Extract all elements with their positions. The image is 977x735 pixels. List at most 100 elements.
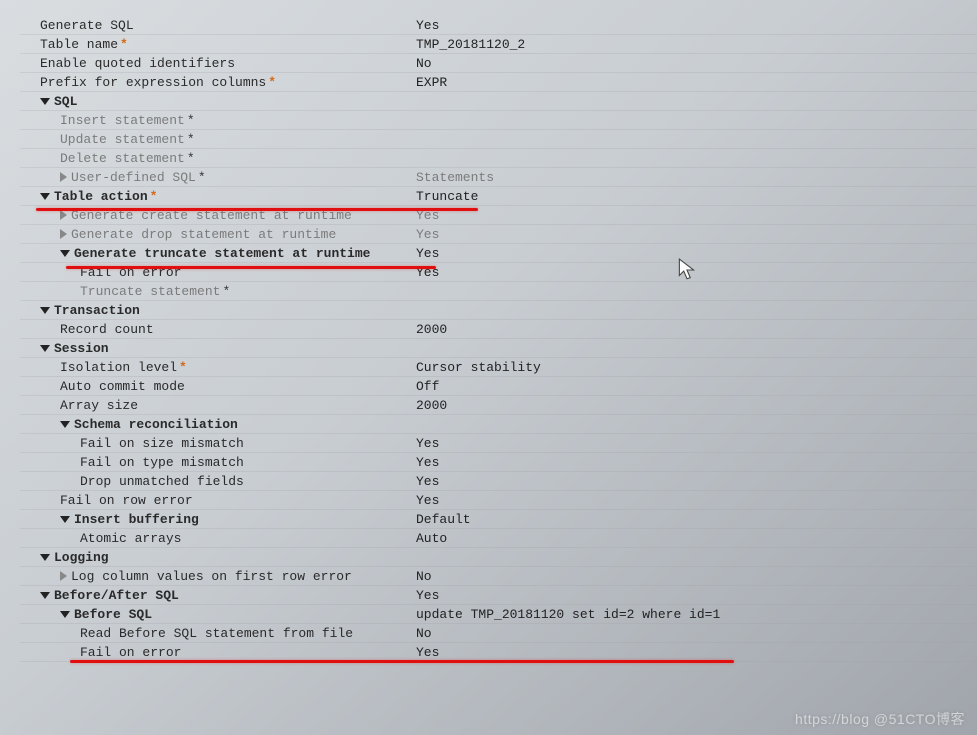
property-row[interactable]: Insert statement*	[20, 111, 977, 130]
property-value-cell[interactable]: Yes	[416, 434, 977, 452]
property-label-cell[interactable]: Isolation level*	[20, 358, 416, 376]
property-value-cell[interactable]: Statements	[416, 168, 977, 186]
expand-open-icon[interactable]	[60, 250, 70, 257]
property-value-cell[interactable]: EXPR	[416, 73, 977, 91]
property-label-cell[interactable]: Record count	[20, 320, 416, 338]
property-label-cell[interactable]: User-defined SQL*	[20, 168, 416, 186]
property-label-cell[interactable]: Before/After SQL	[20, 586, 416, 604]
property-label-cell[interactable]: Auto commit mode	[20, 377, 416, 395]
property-value-cell[interactable]	[416, 548, 977, 566]
property-row[interactable]: Update statement*	[20, 130, 977, 149]
property-label-cell[interactable]: Generate drop statement at runtime	[20, 225, 416, 243]
expand-closed-icon[interactable]	[60, 571, 67, 581]
property-row[interactable]: SQL	[20, 92, 977, 111]
property-value-cell[interactable]	[416, 111, 977, 129]
property-value-cell[interactable]	[416, 415, 977, 433]
property-row[interactable]: Fail on row errorYes	[20, 491, 977, 510]
expand-closed-icon[interactable]	[60, 229, 67, 239]
property-value-cell[interactable]: No	[416, 54, 977, 72]
property-row[interactable]: Generate SQLYes	[20, 16, 977, 35]
property-value-cell[interactable]: Yes	[416, 453, 977, 471]
property-row[interactable]: Generate drop statement at runtimeYes	[20, 225, 977, 244]
property-value-cell[interactable]: Yes	[416, 472, 977, 490]
property-row[interactable]: Prefix for expression columns*EXPR	[20, 73, 977, 92]
property-label-cell[interactable]: Session	[20, 339, 416, 357]
expand-open-icon[interactable]	[40, 98, 50, 105]
property-row[interactable]: Schema reconciliation	[20, 415, 977, 434]
property-label-cell[interactable]: Read Before SQL statement from file	[20, 624, 416, 642]
property-label-cell[interactable]: Insert statement*	[20, 111, 416, 129]
property-row[interactable]: Read Before SQL statement from fileNo	[20, 624, 977, 643]
property-value-cell[interactable]	[416, 301, 977, 319]
property-value-cell[interactable]	[416, 92, 977, 110]
property-label-cell[interactable]: Array size	[20, 396, 416, 414]
property-value-cell[interactable]	[416, 149, 977, 167]
property-label-cell[interactable]: Drop unmatched fields	[20, 472, 416, 490]
property-row[interactable]: Insert bufferingDefault	[20, 510, 977, 529]
property-label-cell[interactable]: Before SQL	[20, 605, 416, 623]
property-row[interactable]: Atomic arraysAuto	[20, 529, 977, 548]
property-label-cell[interactable]: Fail on row error	[20, 491, 416, 509]
property-value-cell[interactable]: Default	[416, 510, 977, 528]
property-label-cell[interactable]: Fail on size mismatch	[20, 434, 416, 452]
property-label-cell[interactable]: Atomic arrays	[20, 529, 416, 547]
property-value-cell[interactable]: Truncate	[416, 187, 977, 205]
expand-open-icon[interactable]	[40, 592, 50, 599]
property-value-cell[interactable]: Off	[416, 377, 977, 395]
property-value-cell[interactable]: 2000	[416, 320, 977, 338]
property-row[interactable]: Before/After SQLYes	[20, 586, 977, 605]
property-row[interactable]: Log column values on first row errorNo	[20, 567, 977, 586]
property-label-cell[interactable]: Generate truncate statement at runtime	[20, 244, 416, 262]
property-value-cell[interactable]: Cursor stability	[416, 358, 977, 376]
property-value-cell[interactable]: Yes	[416, 16, 977, 34]
property-row[interactable]: Isolation level*Cursor stability	[20, 358, 977, 377]
property-value-cell[interactable]: Yes	[416, 263, 977, 281]
property-row[interactable]: Enable quoted identifiersNo	[20, 54, 977, 73]
property-value-cell[interactable]: Yes	[416, 244, 977, 262]
property-value-cell[interactable]: Yes	[416, 225, 977, 243]
property-row[interactable]: User-defined SQL*Statements	[20, 168, 977, 187]
property-label-cell[interactable]: SQL	[20, 92, 416, 110]
property-value-cell[interactable]	[416, 339, 977, 357]
property-label-cell[interactable]: Table name*	[20, 35, 416, 53]
property-label-cell[interactable]: Transaction	[20, 301, 416, 319]
property-row[interactable]: Array size2000	[20, 396, 977, 415]
property-row[interactable]: Fail on size mismatchYes	[20, 434, 977, 453]
expand-open-icon[interactable]	[40, 307, 50, 314]
expand-open-icon[interactable]	[40, 554, 50, 561]
property-label-cell[interactable]: Log column values on first row error	[20, 567, 416, 585]
property-row[interactable]: Session	[20, 339, 977, 358]
property-value-cell[interactable]	[416, 130, 977, 148]
property-row[interactable]: Logging	[20, 548, 977, 567]
property-value-cell[interactable]: Yes	[416, 586, 977, 604]
property-value-cell[interactable]	[416, 282, 977, 300]
expand-closed-icon[interactable]	[60, 172, 67, 182]
property-value-cell[interactable]: Yes	[416, 206, 977, 224]
property-row[interactable]: Record count2000	[20, 320, 977, 339]
expand-open-icon[interactable]	[60, 611, 70, 618]
property-label-cell[interactable]: Update statement*	[20, 130, 416, 148]
property-value-cell[interactable]: No	[416, 624, 977, 642]
property-row[interactable]: Delete statement*	[20, 149, 977, 168]
property-label-cell[interactable]: Enable quoted identifiers	[20, 54, 416, 72]
expand-open-icon[interactable]	[40, 345, 50, 352]
property-value-cell[interactable]: Auto	[416, 529, 977, 547]
property-label-cell[interactable]: Truncate statement*	[20, 282, 416, 300]
expand-open-icon[interactable]	[40, 193, 50, 200]
property-row[interactable]: Transaction	[20, 301, 977, 320]
property-label-cell[interactable]: Insert buffering	[20, 510, 416, 528]
property-value-cell[interactable]: No	[416, 567, 977, 585]
property-value-cell[interactable]: TMP_20181120_2	[416, 35, 977, 53]
property-row[interactable]: Generate truncate statement at runtimeYe…	[20, 244, 977, 263]
property-row[interactable]: Table action*Truncate	[20, 187, 977, 206]
property-label-cell[interactable]: Delete statement*	[20, 149, 416, 167]
property-label-cell[interactable]: Schema reconciliation	[20, 415, 416, 433]
property-row[interactable]: Before SQLupdate TMP_20181120 set id=2 w…	[20, 605, 977, 624]
property-label-cell[interactable]: Fail on type mismatch	[20, 453, 416, 471]
property-label-cell[interactable]: Generate SQL	[20, 16, 416, 34]
property-grid[interactable]: Generate SQLYesTable name*TMP_20181120_2…	[20, 16, 977, 725]
property-value-cell[interactable]: update TMP_20181120 set id=2 where id=1	[416, 605, 977, 623]
property-row[interactable]: Truncate statement*	[20, 282, 977, 301]
property-label-cell[interactable]: Logging	[20, 548, 416, 566]
property-row[interactable]: Fail on type mismatchYes	[20, 453, 977, 472]
